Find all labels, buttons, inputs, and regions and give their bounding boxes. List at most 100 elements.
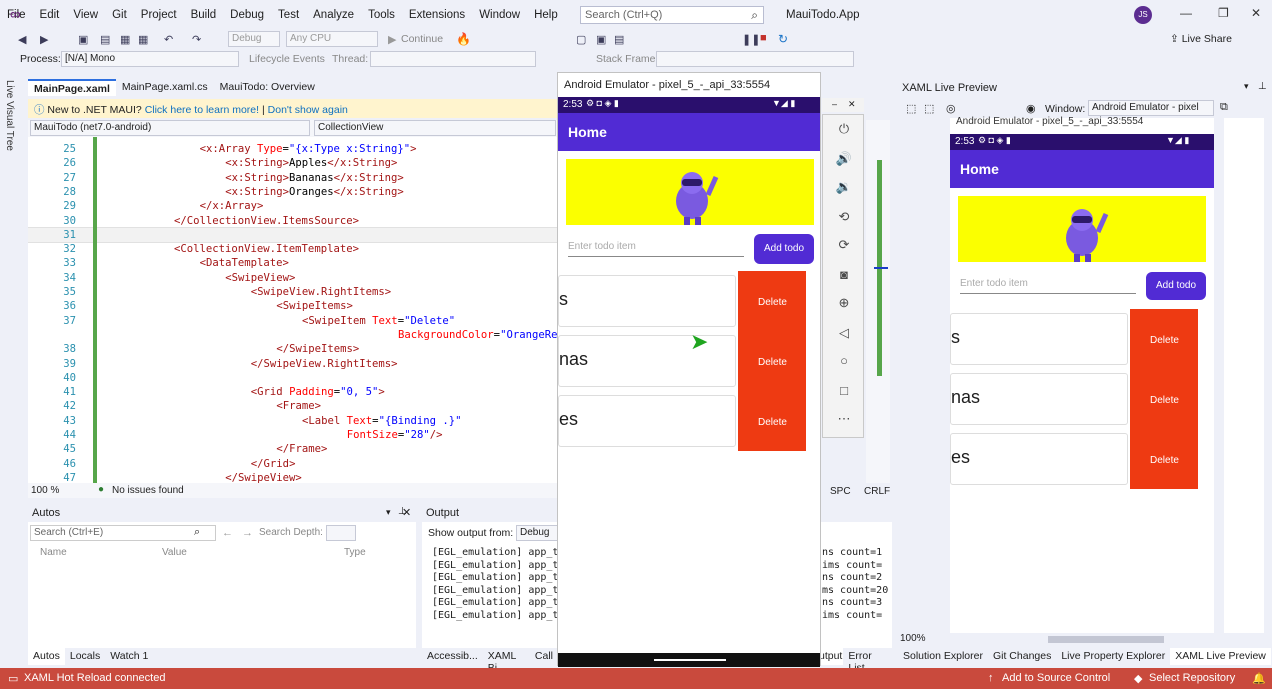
project-select[interactable]: MauiTodo (net7.0-android)	[30, 120, 310, 136]
hot-reload-status[interactable]: XAML Hot Reload connected	[24, 672, 165, 684]
window-select[interactable]: Android Emulator - pixel	[1088, 100, 1214, 116]
code-line[interactable]: 26 <x:String>Apples</x:String>	[28, 156, 558, 170]
delete-swipe-item[interactable]: Delete	[758, 357, 787, 368]
tab-autos[interactable]: Autos	[28, 648, 65, 665]
close-autos-icon[interactable]: ✕	[402, 506, 411, 519]
zoom-icon[interactable]: ⊕	[823, 295, 865, 311]
code-line[interactable]: 40	[28, 371, 558, 385]
stop-icon[interactable]: ■	[760, 32, 767, 44]
todo-item[interactable]: es	[558, 395, 736, 447]
add-todo-button[interactable]: Add todo	[754, 234, 814, 264]
menu-help[interactable]: Help	[527, 9, 565, 21]
back-icon[interactable]: ◀	[18, 33, 26, 46]
delete-swipe-item[interactable]: Delete	[758, 297, 787, 308]
rotate-left-icon[interactable]: ⟲	[823, 209, 865, 225]
code-line[interactable]: 38 </SwipeItems>	[28, 342, 558, 356]
code-line[interactable]: 27 <x:String>Bananas</x:String>	[28, 171, 558, 185]
detach-icon[interactable]: ⧉	[1220, 101, 1228, 114]
todo-input[interactable]: Enter todo item	[568, 241, 744, 257]
code-line[interactable]: 31	[28, 226, 558, 244]
avatar[interactable]: JS	[1134, 6, 1152, 24]
pause-icon[interactable]: ❚❚	[742, 33, 760, 46]
notifications-icon[interactable]: 🔔	[1252, 672, 1266, 685]
more-icon[interactable]: ⋯	[823, 411, 865, 427]
preview-delete-item[interactable]: Delete	[1150, 455, 1179, 466]
back-arrow-icon[interactable]: ←	[222, 527, 233, 539]
preview-todo-input[interactable]: Enter todo item	[960, 278, 1136, 294]
thread-select[interactable]	[370, 51, 536, 67]
column-value[interactable]: Value	[162, 547, 187, 558]
code-line[interactable]: 35 <SwipeView.RightItems>	[28, 285, 558, 299]
restart-icon[interactable]: ↻	[778, 32, 788, 46]
tab-call[interactable]: Call	[530, 648, 558, 665]
search-depth-select[interactable]	[326, 525, 356, 541]
code-line[interactable]: 33 <DataTemplate>	[28, 256, 558, 270]
learn-more-link[interactable]: Click here to learn more!	[145, 104, 259, 116]
add-to-source-control[interactable]: Add to Source Control	[1002, 672, 1110, 684]
preview-delete-item[interactable]: Delete	[1150, 335, 1179, 346]
dont-show-again-link[interactable]: Don't show again	[268, 104, 348, 116]
emu-minimize-icon[interactable]: –	[832, 99, 837, 109]
code-line[interactable]: 45 </Frame>	[28, 442, 558, 456]
volume-down-icon[interactable]: 🔉	[823, 179, 865, 195]
todo-item[interactable]: nas	[950, 373, 1128, 425]
todo-item[interactable]: nas	[558, 335, 736, 387]
rulers-icon[interactable]: ◎	[946, 102, 956, 115]
code-line[interactable]: 46 </Grid>	[28, 457, 558, 471]
code-line[interactable]: 42 <Frame>	[28, 399, 558, 413]
volume-up-icon[interactable]: 🔊	[823, 151, 865, 167]
tab-git-changes[interactable]: Git Changes	[988, 648, 1056, 665]
undo-icon[interactable]: ↶	[164, 33, 173, 46]
overview-nav-icon[interactable]: □	[823, 383, 865, 398]
menu-analyze[interactable]: Analyze	[306, 9, 361, 21]
rotate-right-icon[interactable]: ⟳	[823, 237, 865, 253]
code-line[interactable]: 36 <SwipeItems>	[28, 299, 558, 313]
code-editor[interactable]: 25 <x:Array Type="{x:Type x:String}"> 26 <x…	[28, 137, 558, 483]
code-line[interactable]: 44 FontSize="28"/>	[28, 428, 558, 442]
menu-window[interactable]: Window	[472, 9, 527, 21]
menu-tools[interactable]: Tools	[361, 9, 402, 21]
code-line[interactable]: 25 <x:Array Type="{x:Type x:String}">	[28, 142, 558, 156]
dropdown-icon[interactable]: ▾	[386, 507, 391, 518]
preview-zoom[interactable]: 100%	[900, 633, 950, 647]
restore-icon[interactable]: ❐	[1218, 6, 1229, 20]
spc-indicator[interactable]: SPC	[830, 486, 851, 497]
menu-project[interactable]: Project	[134, 9, 184, 21]
code-line[interactable]: 34 <SwipeView>	[28, 271, 558, 285]
xaml-pin-icon[interactable]: ⊥	[1258, 81, 1267, 92]
toggle-icon[interactable]: ◉	[1026, 102, 1036, 115]
forward-arrow-icon[interactable]: →	[242, 527, 253, 539]
menu-edit[interactable]: Edit	[33, 9, 67, 21]
menu-extensions[interactable]: Extensions	[402, 9, 472, 21]
member-select[interactable]: CollectionView	[314, 120, 556, 136]
column-type[interactable]: Type	[344, 547, 366, 558]
continue-icon[interactable]: ▶	[388, 33, 396, 46]
code-line[interactable]: 29 </x:Array>	[28, 199, 558, 213]
tab-solution-explorer[interactable]: Solution Explorer	[898, 648, 988, 665]
home-gesture-bar[interactable]	[654, 659, 726, 661]
code-line[interactable]: 47 </SwipeView>	[28, 471, 558, 483]
live-visual-tree-tab[interactable]: Live Visual Tree	[4, 80, 15, 151]
autos-search-input[interactable]: Search (Ctrl+E)	[30, 525, 216, 541]
open-icon[interactable]: ▤	[100, 33, 110, 46]
preview-horizontal-scrollbar[interactable]	[1048, 636, 1164, 643]
tab-locals[interactable]: Locals	[65, 648, 105, 665]
column-name[interactable]: Name	[40, 547, 67, 558]
menu-view[interactable]: View	[66, 9, 105, 21]
tab-live-property-explorer[interactable]: Live Property Explorer	[1056, 648, 1170, 665]
camera-tool-icon[interactable]: ▣	[596, 33, 606, 46]
tab-mainpage-xaml[interactable]: MainPage.xaml	[28, 79, 116, 96]
xaml-dropdown-icon[interactable]: ▾	[1244, 81, 1249, 92]
hot-reload-icon[interactable]: 🔥	[456, 32, 471, 46]
select-repository[interactable]: Select Repository	[1149, 672, 1235, 684]
configuration-select[interactable]: Debug	[228, 31, 280, 47]
forward-icon[interactable]: ▶	[40, 33, 48, 46]
menu-build[interactable]: Build	[184, 9, 224, 21]
menu-debug[interactable]: Debug	[223, 9, 271, 21]
preview-add-todo-button[interactable]: Add todo	[1146, 272, 1206, 300]
code-line[interactable]: 32 <CollectionView.ItemTemplate>	[28, 242, 558, 256]
todo-item[interactable]: s	[558, 275, 736, 327]
minimize-icon[interactable]: —	[1180, 6, 1192, 20]
code-line[interactable]: 28 <x:String>Oranges</x:String>	[28, 185, 558, 199]
todo-item[interactable]: s	[950, 313, 1128, 365]
